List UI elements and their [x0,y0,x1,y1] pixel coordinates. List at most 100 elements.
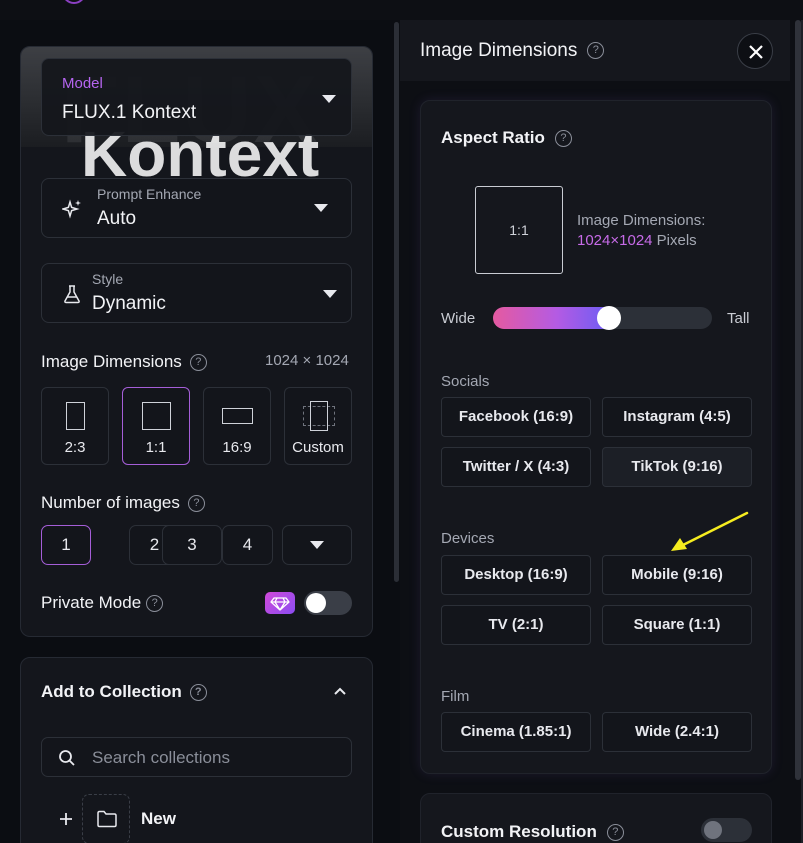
preset-tiktok-button[interactable]: TikTok (9:16) [602,447,752,487]
image-dimensions-title: Image Dimensions [41,352,182,371]
modal-header: Image Dimensions? [400,20,790,81]
add-to-collection-heading: Add to Collection? [41,682,207,702]
search-collections-input[interactable]: Search collections [41,737,352,777]
image-count-more[interactable] [282,525,352,565]
socials-group-label: Socials [441,373,490,390]
image-dimensions-readout: 1024 × 1024 [265,352,349,369]
folder-icon [97,810,117,828]
dimensions-pixels: 1024×1024 [577,232,653,249]
ratio-option-2-3[interactable]: 2:3 [41,387,109,465]
left-scrollbar[interactable] [394,22,399,582]
chevron-up-icon[interactable] [333,686,347,696]
annotation-arrow-icon [671,511,749,551]
preset-facebook-button[interactable]: Facebook (16:9) [441,397,591,437]
aspect-slider-handle[interactable] [597,306,621,330]
slider-wide-label: Wide [441,310,476,327]
close-button[interactable] [737,33,773,69]
flask-icon [64,285,80,304]
sparkles-icon [62,199,81,219]
custom-resolution-toggle[interactable] [701,818,752,842]
private-mode-toggle[interactable] [304,591,352,615]
style-value: Dynamic [92,293,166,314]
generation-settings-panel: FLUX Kontext Model FLUX.1 Kontext Prompt… [20,46,373,637]
gem-icon [265,592,295,614]
ratio-label: 1:1 [145,439,167,456]
portrait-ratio-icon [66,402,85,430]
image-count-option[interactable]: 3 [162,525,222,565]
square-ratio-icon [142,402,171,430]
dimensions-value: 1024×1024 Pixels [577,232,697,249]
modal-heading: Image Dimensions? [420,40,605,62]
caret-down-icon [314,204,328,212]
aspect-ratio-card: Aspect Ratio? 1:1 Image Dimensions: 1024… [420,100,772,774]
caret-down-icon [322,95,336,103]
preset-desktop-button[interactable]: Desktop (16:9) [441,555,591,595]
model-select[interactable]: Model FLUX.1 Kontext [41,58,352,136]
preset-mobile-button[interactable]: Mobile (9:16) [602,555,752,595]
private-mode-title: Private Mode [41,593,142,612]
film-group-label: Film [441,688,470,705]
prompt-enhance-select[interactable]: Prompt Enhance Auto [41,178,352,238]
devices-group-label: Devices [441,530,495,547]
new-collection-button[interactable] [82,794,130,843]
ratio-option-custom[interactable]: Custom [284,387,352,465]
model-label: Model [62,75,103,92]
number-of-images-title: Number of images [41,493,180,512]
aspect-slider-fill [493,307,609,329]
search-placeholder: Search collections [92,748,230,767]
toggle-knob [704,821,722,839]
image-count-option[interactable]: 1 [41,525,91,565]
preset-wide-button[interactable]: Wide (2.4:1) [602,712,752,752]
custom-resolution-card: Custom Resolution? [420,793,772,843]
ratio-label: 2:3 [64,439,86,456]
help-icon[interactable]: ? [187,495,205,513]
aspect-ratio-heading: Aspect Ratio? [441,128,572,148]
caret-down-icon [323,290,337,298]
style-select[interactable]: Style Dynamic [41,263,352,323]
plus-icon[interactable] [59,812,73,826]
help-icon[interactable]: ? [554,130,572,148]
help-icon[interactable]: ? [189,354,207,372]
preset-twitter-button[interactable]: Twitter / X (4:3) [441,447,591,487]
ratio-label: 16:9 [222,439,252,456]
ratio-label: Custom [292,439,344,456]
ratio-option-1-1[interactable]: 1:1 [122,387,190,465]
custom-resolution-title: Custom Resolution [441,822,597,841]
prompt-enhance-label: Prompt Enhance [97,186,202,202]
ratio-option-16-9[interactable]: 16:9 [203,387,271,465]
help-icon[interactable]: ? [587,42,605,60]
close-icon [749,45,763,59]
aspect-preview: 1:1 [475,186,563,274]
help-icon[interactable]: ? [606,824,624,842]
help-icon[interactable]: ? [189,684,207,702]
add-to-collection-title: Add to Collection [41,682,182,701]
modal-title: Image Dimensions [420,40,578,61]
private-mode-heading: Private Mode? [41,593,164,613]
preset-square-button[interactable]: Square (1:1) [602,605,752,645]
gem-glyph [270,597,290,611]
caret-down-icon [310,541,324,549]
add-to-collection-panel: Add to Collection? Search collections Ne… [20,657,373,843]
image-dimensions-heading: Image Dimensions? [41,352,207,372]
model-value: FLUX.1 Kontext [62,102,197,123]
app-logo-fragment [62,0,86,4]
dimensions-unit: Pixels [656,232,697,249]
toggle-knob [306,593,326,613]
aspect-ratio-title: Aspect Ratio [441,128,545,147]
landscape-ratio-icon [222,408,253,424]
help-icon[interactable]: ? [146,595,164,613]
new-collection-label[interactable]: New [141,809,176,829]
preset-tv-button[interactable]: TV (2:1) [441,605,591,645]
style-label: Style [92,271,124,287]
custom-resolution-heading: Custom Resolution? [441,822,624,842]
slider-tall-label: Tall [727,310,750,327]
prompt-enhance-value: Auto [97,208,137,229]
dimensions-label: Image Dimensions: [577,212,706,229]
custom-ratio-icon [310,401,328,431]
number-of-images-heading: Number of images? [41,493,205,513]
search-icon [59,750,75,766]
preset-cinema-button[interactable]: Cinema (1.85:1) [441,712,591,752]
preset-instagram-button[interactable]: Instagram (4:5) [602,397,752,437]
top-bar [0,0,803,20]
image-count-option[interactable]: 4 [222,525,273,565]
